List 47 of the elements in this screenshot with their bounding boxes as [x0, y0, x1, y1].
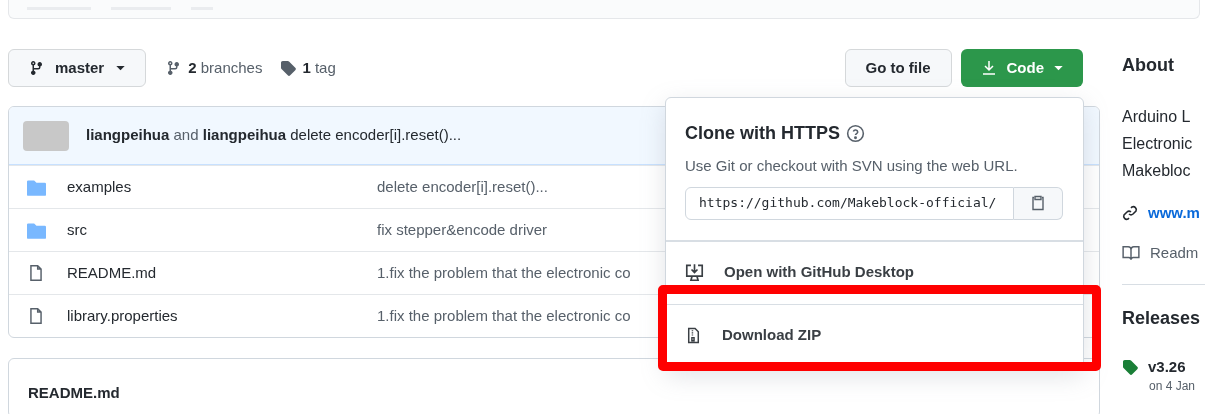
- about-heading: About: [1122, 54, 1175, 77]
- tag-icon: [280, 60, 297, 76]
- help-icon[interactable]: [846, 124, 865, 143]
- copy-button[interactable]: [1014, 186, 1063, 220]
- link-icon: [1122, 205, 1138, 222]
- release-date: on 4 Jan: [1149, 378, 1197, 393]
- menu-item[interactable]: Download ZIP: [666, 303, 1083, 367]
- menu-item[interactable]: Open with GitHub Desktop: [666, 240, 1083, 304]
- file-name-link[interactable]: examples: [67, 175, 377, 199]
- zip-file-icon: [685, 326, 702, 345]
- releases-heading: Releases: [1122, 307, 1202, 330]
- avatar-icon: [23, 120, 69, 151]
- desktop-download-icon: [685, 263, 704, 282]
- clipboard-icon: [1030, 195, 1046, 211]
- download-icon: [980, 60, 997, 76]
- branches-link[interactable]: 2 branches: [166, 56, 263, 80]
- branch-icon: [29, 60, 45, 76]
- file-name-link[interactable]: src: [67, 218, 377, 242]
- folder-icon: [27, 178, 46, 196]
- website-link[interactable]: www.m: [1148, 202, 1200, 225]
- clone-description: Use Git or checkout with SVN using the web URL.: [685, 156, 1019, 176]
- commit-message: delete encoder[i].reset()...: [377, 176, 548, 197]
- release-tag-link[interactable]: v3.26: [1148, 356, 1186, 379]
- commit-message: 1.fix the problem that the electronic co: [377, 305, 631, 326]
- clone-title: Clone with HTTPS: [685, 122, 840, 145]
- file-name-link[interactable]: README.md: [67, 261, 377, 285]
- tag-icon: [1122, 359, 1138, 376]
- branch-button[interactable]: master: [8, 49, 147, 87]
- caret-icon: [116, 65, 126, 71]
- code-button[interactable]: Code: [960, 49, 1083, 87]
- commit-summary: liangpeihua and liangpeihua delete encoder[i].reset()...: [86, 125, 462, 146]
- tags-link[interactable]: 1 tag: [280, 56, 336, 80]
- folder-icon: [27, 221, 46, 239]
- about-description: Electronic: [1122, 134, 1194, 154]
- file-name-link[interactable]: library.properties: [67, 304, 377, 328]
- clone-url-field[interactable]: https://github.com/Makeblock-official/: [685, 186, 1014, 220]
- about-description: Arduino L: [1122, 107, 1192, 127]
- book-icon: [1122, 244, 1140, 261]
- readme-link[interactable]: Readm: [1150, 241, 1199, 264]
- commit-message: fix stepper&encode driver: [377, 219, 548, 240]
- go-to-file-button[interactable]: Go to file: [844, 49, 952, 87]
- file-icon: [27, 264, 45, 282]
- caret-icon: [1054, 65, 1063, 71]
- readme-title: README.md: [28, 384, 120, 401]
- about-description: Makebloc: [1122, 161, 1192, 181]
- file-icon: [27, 307, 45, 325]
- commit-message: 1.fix the problem that the electronic co: [377, 262, 631, 283]
